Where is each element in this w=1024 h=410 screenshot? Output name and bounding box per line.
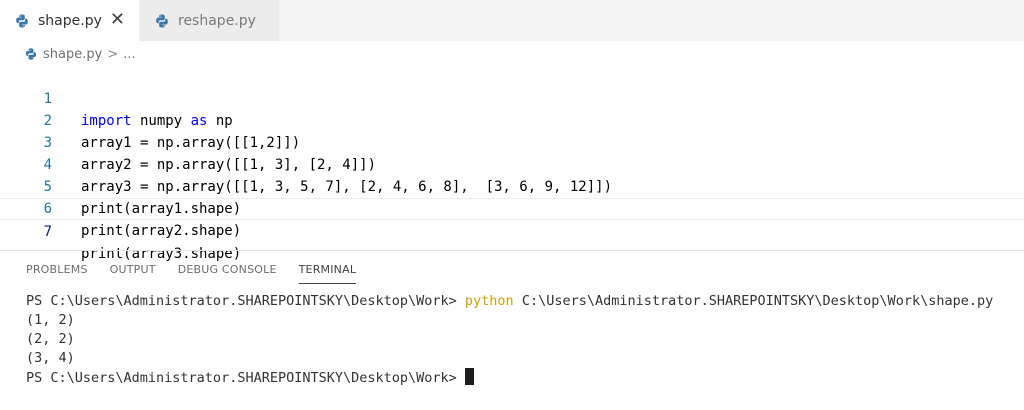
vscode-window: shape.py ✕ reshape.py shape.py > ... 1 i…: [0, 0, 1024, 410]
tab-label: reshape.py: [178, 12, 256, 29]
close-icon[interactable]: ✕: [110, 11, 125, 29]
tab-label: shape.py: [38, 12, 102, 29]
breadcrumb-separator: >: [107, 46, 119, 62]
terminal-command-args: C:\Users\Administrator.SHAREPOINTSKY\Des…: [513, 293, 994, 309]
terminal-line: (3, 4): [26, 350, 75, 366]
code-line: 1 import numpy as np: [0, 66, 1024, 129]
panel-divider[interactable]: [0, 250, 1024, 251]
tab-output[interactable]: OUTPUT: [110, 262, 156, 286]
terminal-prompt: PS C:\Users\Administrator.SHAREPOINTSKY\…: [26, 293, 465, 309]
line-number: 7: [43, 224, 52, 240]
code-line: 4 array3 = np.array([[1, 3, 5, 7], [2, 4…: [0, 132, 1024, 195]
terminal-prompt: PS C:\Users\Administrator.SHAREPOINTSKY\…: [26, 370, 457, 386]
breadcrumb: shape.py > ...: [0, 41, 1024, 67]
code-line: 3 array2 = np.array([[1, 3], [2, 4]]): [0, 110, 1024, 173]
terminal-line: PS C:\Users\Administrator.SHAREPOINTSKY\…: [26, 292, 1016, 311]
panel-tab-bar: PROBLEMS OUTPUT DEBUG CONSOLE TERMINAL: [26, 262, 356, 286]
terminal-line: PS C:\Users\Administrator.SHAREPOINTSKY\…: [26, 368, 1016, 387]
terminal-line: (2, 2): [26, 331, 75, 347]
code-line: 5 print(array1.shape): [0, 154, 1024, 217]
line-code: print(array2.shape): [81, 223, 242, 239]
terminal-command: python: [464, 293, 514, 309]
tab-problems[interactable]: PROBLEMS: [26, 262, 88, 286]
code-line-current: 7 print(array3.shape): [0, 198, 1024, 262]
breadcrumb-file[interactable]: shape.py: [43, 47, 102, 62]
breadcrumb-more[interactable]: ...: [123, 47, 135, 62]
code-editor[interactable]: 1 import numpy as np 2 array1 = np.array…: [0, 66, 1024, 262]
tab-terminal[interactable]: TERMINAL: [298, 262, 357, 286]
python-file-icon: [25, 48, 37, 60]
python-file-icon: [156, 14, 168, 27]
terminal-output[interactable]: PS C:\Users\Administrator.SHAREPOINTSKY\…: [26, 292, 1016, 387]
terminal-cursor: [464, 368, 474, 385]
editor-tab-bar: shape.py ✕ reshape.py: [0, 0, 1024, 41]
code-line: 2 array1 = np.array([[1,2]]): [0, 88, 1024, 151]
tab-shape-py[interactable]: shape.py ✕: [0, 0, 140, 41]
terminal-line: (1, 2): [26, 312, 75, 328]
tab-reshape-py[interactable]: reshape.py: [140, 0, 280, 41]
code-line: 6 print(array2.shape): [0, 176, 1024, 239]
python-file-icon: [16, 14, 28, 27]
tab-debug-console[interactable]: DEBUG CONSOLE: [178, 262, 277, 286]
